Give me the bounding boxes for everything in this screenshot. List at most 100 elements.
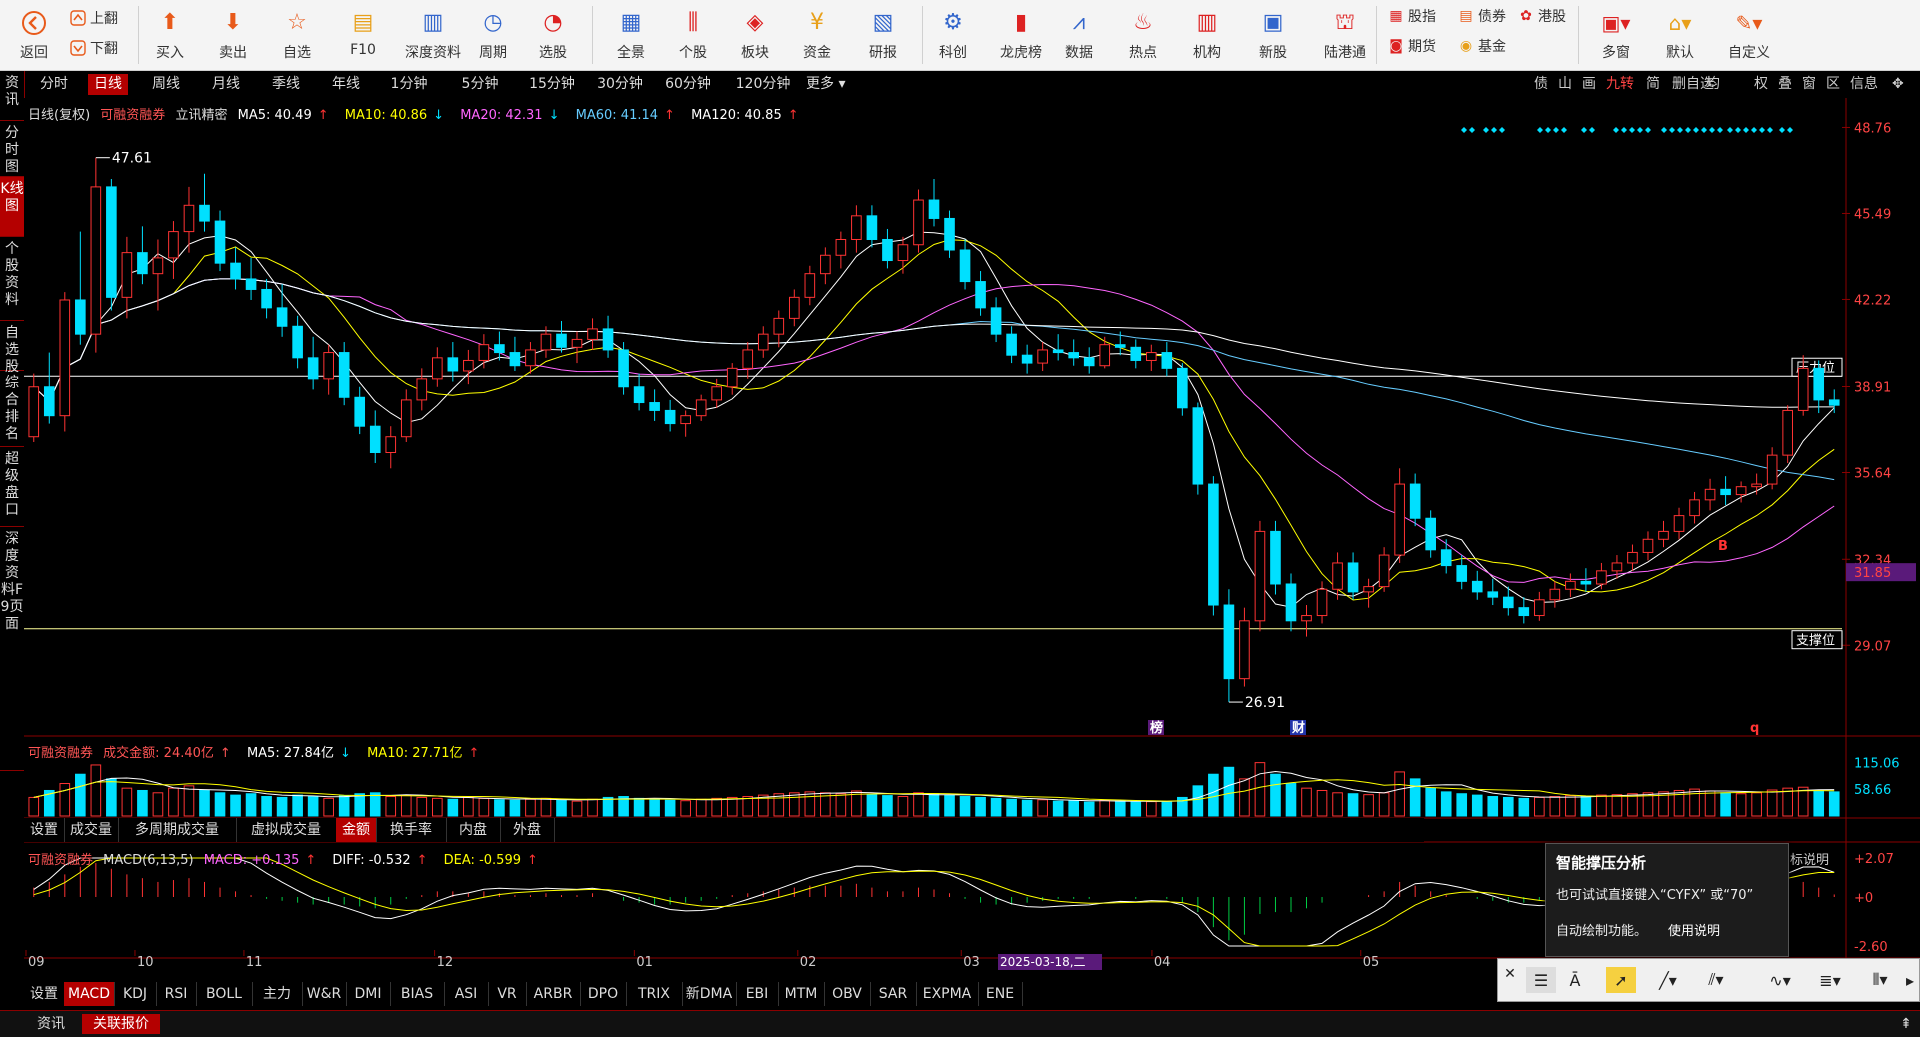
period-8[interactable]: 15分钟 — [524, 74, 580, 95]
wave-tool-icon[interactable]: ∿▾ — [1758, 967, 1802, 993]
sell-button[interactable]: ⬇ 卖出 — [208, 0, 258, 70]
chart-tool-10[interactable]: 区 — [1826, 74, 1840, 95]
left-tab-7[interactable]: 深度资料F9页面 — [0, 527, 24, 771]
hk-connect-button[interactable]: ⛫ 陆港通 — [1314, 0, 1376, 70]
chart-tool-12[interactable]: ✥ — [1892, 74, 1904, 95]
indicator-tab-3[interactable]: RSI — [156, 982, 197, 1006]
indicator-tab-7[interactable]: DMI — [346, 982, 391, 1006]
chart-tool-0[interactable]: 债 — [1534, 74, 1548, 95]
hk-stock-button[interactable]: ✿ 港股 — [1518, 4, 1566, 28]
indicator-tab-6[interactable]: W&R — [302, 982, 347, 1006]
flame-button[interactable]: ♨ 热点 — [1118, 0, 1168, 70]
indicator-tab-16[interactable]: MTM — [778, 982, 825, 1006]
volume-tab-5[interactable]: 换手率 — [376, 818, 447, 842]
indicator-tab-20[interactable]: ENE — [978, 982, 1023, 1006]
volume-tab-3[interactable]: 虚拟成交量 — [236, 818, 337, 842]
chart-tool-1[interactable]: 山 — [1558, 74, 1572, 95]
left-tab-5[interactable]: 综合排名 — [0, 371, 24, 447]
drawbar-close-icon[interactable]: ✕ — [1502, 961, 1518, 987]
drawbar-more-icon[interactable]: ▸ — [1902, 967, 1918, 993]
indicator-tab-4[interactable]: BOLL — [196, 982, 253, 1006]
volume-tab-4[interactable]: 金额 — [336, 818, 377, 842]
kechuang-button[interactable]: ⚙ 科创 — [928, 0, 978, 70]
left-tab-0[interactable]: 资讯 — [0, 71, 24, 121]
chart-tool-8[interactable]: 叠 — [1778, 74, 1792, 95]
data-chart-button[interactable]: ⩘ 数据 — [1054, 0, 1104, 70]
chart-tool-9[interactable]: 窗 — [1802, 74, 1816, 95]
yen-button[interactable]: ¥ 资金 — [792, 0, 842, 70]
drawbar-settings-icon[interactable]: ☰ — [1526, 967, 1556, 993]
volume-tab-0[interactable]: 设置 — [24, 818, 65, 842]
f10-button[interactable]: ▤ F10 — [338, 0, 388, 70]
left-tab-6[interactable]: 超级盘口 — [0, 447, 24, 527]
period-3[interactable]: 月线 — [206, 74, 246, 95]
bottom-tab-0[interactable]: 资讯 — [26, 1014, 76, 1034]
period-0[interactable]: 分时 — [34, 74, 74, 95]
left-tab-1[interactable]: 分时图 — [0, 121, 24, 177]
chart-tool-2[interactable]: 画 — [1582, 74, 1596, 95]
popup-help-link[interactable]: 使用说明 — [1668, 920, 1720, 939]
ipo-button[interactable]: ▣ 新股 — [1248, 0, 1298, 70]
line-tool-icon[interactable]: ╱▾ — [1646, 967, 1690, 993]
left-tab-3[interactable]: 个股资料 — [0, 237, 24, 321]
page-up-button[interactable]: 上翻 — [70, 6, 118, 30]
indicator-tab-10[interactable]: VR — [488, 982, 527, 1006]
futures-button[interactable]: ◙ 期货 — [1388, 34, 1436, 58]
period-11[interactable]: 120分钟 — [732, 74, 794, 95]
index-futures-button[interactable]: ▦ 股指 — [1388, 4, 1436, 28]
indicator-tab-5[interactable]: 主力 — [252, 982, 303, 1006]
page-down-button[interactable]: 下翻 — [70, 36, 118, 60]
bottom-tab-1[interactable]: 关联报价 — [82, 1014, 160, 1034]
buy-button[interactable]: ⬆ 买入 — [145, 0, 195, 70]
bond-button[interactable]: ▤ 债券 — [1458, 4, 1506, 28]
period-2[interactable]: 周线 — [146, 74, 186, 95]
multi-window-button[interactable]: ▣▾ 多窗 — [1590, 0, 1642, 70]
chart-tool-6[interactable]: 均 — [1706, 74, 1720, 95]
volume-tab-1[interactable]: 成交量 — [64, 818, 119, 842]
indicator-tab-15[interactable]: EBI — [736, 982, 779, 1006]
bar-chart-button[interactable]: ▮ 龙虎榜 — [990, 0, 1052, 70]
period-1[interactable]: 日线 — [88, 74, 128, 95]
period-5[interactable]: 年线 — [326, 74, 366, 95]
layers-button[interactable]: ◈ 板块 — [730, 0, 780, 70]
customize-button[interactable]: ✎▾ 自定义 — [1718, 0, 1780, 70]
indicator-tab-19[interactable]: EXPMA — [916, 982, 979, 1006]
left-tab-4[interactable]: 自选股 — [0, 321, 24, 375]
indicator-tab-11[interactable]: ARBR — [526, 982, 581, 1006]
chart-tool-4[interactable]: 简 — [1646, 74, 1660, 95]
volume-tab-2[interactable]: 多周期成交量 — [118, 818, 237, 842]
chart-tool-7[interactable]: 权 — [1754, 74, 1768, 95]
cursor-select-icon[interactable]: ➚ — [1606, 967, 1636, 993]
indicator-tab-14[interactable]: 新DMA — [682, 982, 737, 1006]
indicator-tab-18[interactable]: SAR — [870, 982, 917, 1006]
institution-button[interactable]: ▥ 机构 — [1182, 0, 1232, 70]
left-tab-2[interactable]: K线图 — [0, 177, 24, 237]
period-6[interactable]: 1分钟 — [384, 74, 434, 95]
period-7[interactable]: 5分钟 — [452, 74, 508, 95]
fund-button[interactable]: ◉ 基金 — [1458, 34, 1506, 58]
clock-button[interactable]: ◷ 周期 — [468, 0, 518, 70]
indicator-help-text[interactable]: 标说明 — [1790, 849, 1829, 868]
gann-tool-icon[interactable]: ⦀▾ — [1858, 967, 1902, 993]
candle-button[interactable]: ⫼ 个股 — [668, 0, 718, 70]
indicator-tab-1[interactable]: MACD — [64, 982, 115, 1006]
indicator-tab-0[interactable]: 设置 — [24, 982, 65, 1006]
indicator-tab-12[interactable]: DPO — [580, 982, 627, 1006]
indicator-tab-9[interactable]: ASI — [444, 982, 489, 1006]
indicator-tab-8[interactable]: BIAS — [390, 982, 445, 1006]
star-button[interactable]: ☆ 自选 — [272, 0, 322, 70]
scroll-top-icon[interactable]: ⇞ — [1896, 1014, 1916, 1034]
fibonacci-tool-icon[interactable]: ≣▾ — [1808, 967, 1852, 993]
period-4[interactable]: 季线 — [266, 74, 306, 95]
indicator-tab-13[interactable]: TRIX — [626, 982, 683, 1006]
f9-button[interactable]: ▥ 深度资料 — [400, 0, 466, 70]
indicator-tab-17[interactable]: OBV — [824, 982, 871, 1006]
back-button[interactable]: 返回 — [12, 0, 56, 70]
default-layout-button[interactable]: ⌂▾ 默认 — [1654, 0, 1706, 70]
volume-tab-6[interactable]: 内盘 — [446, 818, 501, 842]
volume-tab-7[interactable]: 外盘 — [500, 818, 555, 842]
period-10[interactable]: 60分钟 — [660, 74, 716, 95]
period-12[interactable]: 更多 ▾ — [806, 74, 856, 95]
report-button[interactable]: ▧ 研报 — [858, 0, 908, 70]
parallel-line-tool-icon[interactable]: ⫽▾ — [1694, 967, 1738, 993]
